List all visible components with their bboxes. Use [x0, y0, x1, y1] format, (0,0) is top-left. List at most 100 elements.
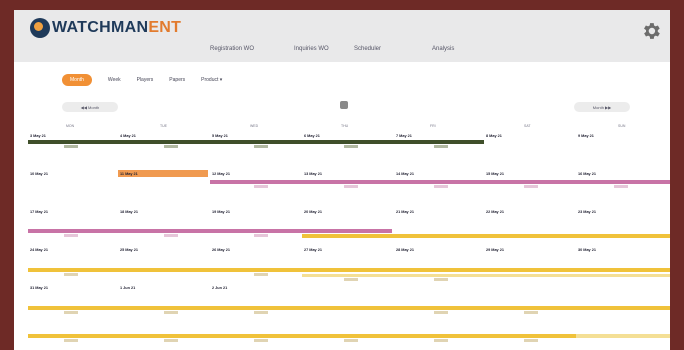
logo-icon	[30, 18, 50, 38]
day-cell-date[interactable]: 30 May 21	[578, 248, 596, 252]
day-cell-date[interactable]: 23 May 21	[578, 210, 596, 214]
event-sub-tag	[164, 145, 178, 148]
logo-text: WATCHMANENT	[52, 19, 181, 37]
nav-analysis[interactable]: Analysis	[432, 46, 454, 52]
app-header: WATCHMANENT Registration WO Inquiries WO…	[14, 10, 670, 62]
weekday-label: THU	[341, 124, 349, 128]
event-sub-tag	[64, 273, 78, 276]
event-sub-tag	[164, 234, 178, 237]
weekday-label: SAT	[524, 124, 531, 128]
view-toolbar: Month Week Players Papers Product ▾	[62, 74, 222, 86]
view-week-button[interactable]: Week	[108, 77, 121, 83]
event-sub-tag	[254, 311, 268, 314]
weekday-label: TUE	[160, 124, 167, 128]
event-sub-tag	[434, 185, 448, 188]
day-cell-date[interactable]: 31 May 21	[30, 286, 48, 290]
event-sub-tag	[524, 311, 538, 314]
event-sub-tag	[254, 145, 268, 148]
day-cell-date[interactable]: 11 May 21	[120, 172, 138, 176]
filter-papers[interactable]: Papers	[169, 77, 185, 83]
brand-logo[interactable]: WATCHMANENT	[30, 18, 181, 38]
view-month-button[interactable]: Month	[62, 74, 92, 86]
day-cell-date[interactable]: 9 May 21	[578, 134, 594, 138]
event-sub-tag	[434, 145, 448, 148]
day-cell-date[interactable]: 2 Jun 21	[212, 286, 227, 290]
event-sub-tag	[254, 339, 268, 342]
weekday-label: SUN	[618, 124, 626, 128]
event-sub-tag	[344, 145, 358, 148]
day-cell-date[interactable]: 25 May 21	[120, 248, 138, 252]
event-sub-tag	[164, 311, 178, 314]
gear-icon[interactable]	[640, 20, 662, 42]
event-sub-tag	[344, 278, 358, 281]
event-sub-tag	[524, 185, 538, 188]
day-cell-date[interactable]: 27 May 21	[304, 248, 322, 252]
day-cell-date[interactable]: 16 May 21	[578, 172, 596, 176]
day-cell-date[interactable]: 7 May 21	[396, 134, 412, 138]
day-cell-date[interactable]: 18 May 21	[120, 210, 138, 214]
day-cell-date[interactable]: 14 May 21	[396, 172, 414, 176]
weekday-label: WED	[250, 124, 259, 128]
event-bar[interactable]	[28, 268, 670, 272]
event-bar[interactable]	[28, 334, 576, 338]
event-bar[interactable]	[210, 180, 670, 184]
filter-product[interactable]: Product ▾	[201, 77, 222, 83]
event-sub-tag	[434, 311, 448, 314]
event-bar[interactable]	[576, 334, 670, 338]
day-cell-date[interactable]: 28 May 21	[396, 248, 414, 252]
day-cell-date[interactable]: 24 May 21	[30, 248, 48, 252]
event-sub-tag	[524, 339, 538, 342]
next-month-button[interactable]: Month ▶▶	[574, 102, 630, 112]
event-sub-tag	[344, 339, 358, 342]
calendar-icon[interactable]	[340, 101, 348, 109]
event-bar[interactable]	[302, 234, 670, 238]
event-bar[interactable]	[28, 306, 670, 310]
event-sub-tag	[164, 339, 178, 342]
day-cell-date[interactable]: 12 May 21	[212, 172, 230, 176]
event-sub-tag	[434, 339, 448, 342]
calendar-week-4: 24 May 21 25 May 21 26 May 21 27 May 21 …	[14, 244, 670, 282]
nav-inquiries[interactable]: Inquiries WO	[294, 46, 329, 52]
calendar-week-2: 10 May 21 11 May 21 12 May 21 13 May 21 …	[14, 168, 670, 206]
day-cell-date[interactable]: 10 May 21	[30, 172, 48, 176]
day-cell-date[interactable]: 22 May 21	[486, 210, 504, 214]
event-sub-tag	[254, 234, 268, 237]
filter-product-label: Product	[201, 77, 219, 83]
event-sub-tag	[614, 185, 628, 188]
day-cell-date[interactable]: 4 May 21	[120, 134, 136, 138]
day-cell-date[interactable]: 1 Jun 21	[120, 286, 135, 290]
event-bar[interactable]	[302, 274, 670, 277]
brand-suffix: ENT	[148, 19, 182, 36]
event-sub-tag	[64, 311, 78, 314]
calendar-week-1: 3 May 21 4 May 21 5 May 21 6 May 21 7 Ma…	[14, 130, 670, 168]
event-bar[interactable]	[28, 229, 392, 233]
calendar-frame: WATCHMANENT Registration WO Inquiries WO…	[14, 10, 670, 350]
event-sub-tag	[254, 185, 268, 188]
day-cell-date[interactable]: 29 May 21	[486, 248, 504, 252]
day-cell-date[interactable]: 6 May 21	[304, 134, 320, 138]
day-cell-date[interactable]: 8 May 21	[486, 134, 502, 138]
chevron-down-icon: ▾	[219, 77, 223, 83]
event-bar[interactable]	[28, 140, 484, 144]
nav-scheduler[interactable]: Scheduler	[354, 46, 381, 52]
day-cell-date[interactable]: 20 May 21	[304, 210, 322, 214]
day-cell-date[interactable]: 3 May 21	[30, 134, 46, 138]
filter-players[interactable]: Players	[137, 77, 154, 83]
day-cell-date[interactable]: 13 May 21	[304, 172, 322, 176]
weekday-label: FRI	[430, 124, 436, 128]
brand-name: WATCHMAN	[52, 19, 149, 36]
calendar-week-5: 31 May 21 1 Jun 21 2 Jun 21	[14, 282, 670, 320]
event-sub-tag	[64, 234, 78, 237]
day-cell-date[interactable]: 26 May 21	[212, 248, 230, 252]
weekday-label: MON	[66, 124, 75, 128]
calendar-week-3: 17 May 21 18 May 21 19 May 21 20 May 21 …	[14, 206, 670, 244]
day-cell-date[interactable]: 21 May 21	[396, 210, 414, 214]
prev-month-button[interactable]: ◀◀ Month	[62, 102, 118, 112]
day-cell-date[interactable]: 19 May 21	[212, 210, 230, 214]
nav-registration[interactable]: Registration WO	[210, 46, 254, 52]
day-cell-date[interactable]: 5 May 21	[212, 134, 228, 138]
day-cell-date[interactable]: 17 May 21	[30, 210, 48, 214]
event-sub-tag	[64, 339, 78, 342]
day-cell-date[interactable]: 15 May 21	[486, 172, 504, 176]
event-sub-tag	[64, 145, 78, 148]
